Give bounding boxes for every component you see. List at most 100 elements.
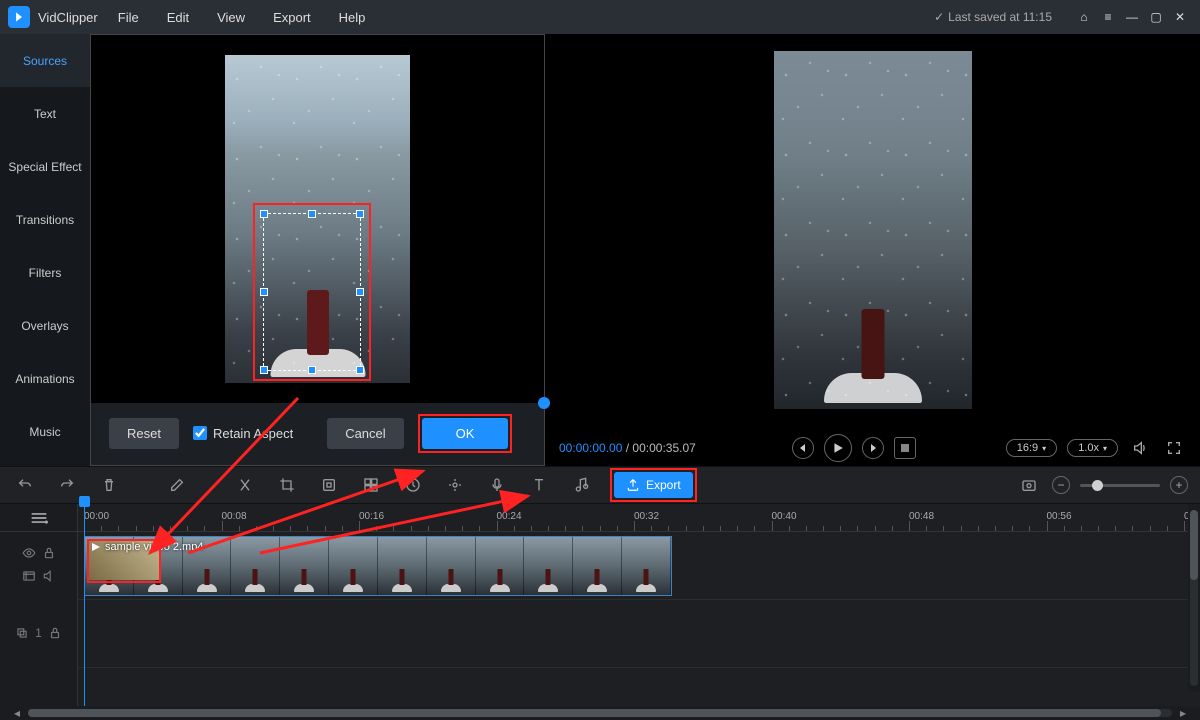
crop-tool-icon[interactable] xyxy=(274,472,300,498)
timeline-ruler[interactable]: 00:0000:0800:1600:2400:3200:4000:4800:56… xyxy=(78,504,1200,532)
ruler-mark: 00:00 xyxy=(84,511,109,522)
app-logo xyxy=(8,6,30,28)
crop-handle-tl[interactable] xyxy=(260,210,268,218)
video-clip[interactable]: sample video 2.mp4 xyxy=(84,536,672,596)
time-duration: 00:00:35.07 xyxy=(632,441,695,455)
mute-icon[interactable] xyxy=(42,569,56,586)
aspect-selector[interactable]: 16:9▾ xyxy=(1006,439,1057,457)
sidebar-item-sources[interactable]: Sources xyxy=(0,34,90,87)
preview-panel: 00:00:00.00 / 00:00:35.07 16:9▾ 1.0x▾ xyxy=(545,34,1200,466)
video-track[interactable]: sample video 2.mp4 xyxy=(78,532,1200,600)
voiceover-tool-icon[interactable] xyxy=(484,472,510,498)
ruler-mark: 00:56 xyxy=(1047,511,1072,522)
crop-handle-tm[interactable] xyxy=(308,210,316,218)
volume-icon[interactable] xyxy=(1128,436,1152,460)
home-icon[interactable]: ⌂ xyxy=(1072,5,1096,29)
ruler-mark: 00:40 xyxy=(772,511,797,522)
crop-source-image[interactable] xyxy=(225,55,410,383)
lock-icon[interactable] xyxy=(42,546,56,563)
last-saved-status: ✓ Last saved at 11:15 xyxy=(934,10,1052,24)
redo-button[interactable] xyxy=(54,472,80,498)
duration-tool-icon[interactable] xyxy=(442,472,468,498)
crop-selection-highlight xyxy=(253,203,371,381)
sidebar-item-music[interactable]: Music xyxy=(0,405,90,458)
lock-icon[interactable] xyxy=(48,626,62,643)
stop-button[interactable] xyxy=(894,437,916,459)
text-tool-icon[interactable] xyxy=(526,472,552,498)
hamburger-icon[interactable]: ≡ xyxy=(1096,5,1120,29)
maximize-button[interactable]: ▢ xyxy=(1144,5,1168,29)
crop-handle-bm[interactable] xyxy=(308,366,316,374)
menu-edit[interactable]: Edit xyxy=(167,10,189,25)
zoom-slider[interactable] xyxy=(1080,484,1160,487)
sidebar-item-filters[interactable]: Filters xyxy=(0,246,90,299)
mosaic-tool-icon[interactable] xyxy=(358,472,384,498)
menu-file[interactable]: File xyxy=(118,10,139,25)
next-frame-button[interactable] xyxy=(862,437,884,459)
export-icon xyxy=(626,478,640,492)
sidebar-item-transitions[interactable]: Transitions xyxy=(0,193,90,246)
time-current: 00:00:00.00 xyxy=(559,441,622,455)
split-tool-icon[interactable] xyxy=(232,472,258,498)
ok-button[interactable]: OK xyxy=(422,418,509,449)
ruler-mark: 00:24 xyxy=(497,511,522,522)
chevron-down-icon: ▾ xyxy=(1103,444,1107,453)
track-type-icon xyxy=(22,569,36,586)
fullscreen-icon[interactable] xyxy=(1162,436,1186,460)
crop-handle-bl[interactable] xyxy=(260,366,268,374)
scroll-left-icon[interactable]: ◂ xyxy=(14,706,20,720)
timeline: 1 00:0000:0800:1600:2400:3200:4000:4800:… xyxy=(0,504,1200,720)
layer-icon xyxy=(15,626,29,643)
clip-thumb-highlight xyxy=(87,539,161,583)
track-manager-button[interactable] xyxy=(0,504,77,532)
freeze-tool-icon[interactable] xyxy=(400,472,426,498)
chevron-down-icon: ▾ xyxy=(1042,444,1046,453)
play-button[interactable] xyxy=(824,434,852,462)
sidebar-item-special-effect[interactable]: Special Effect xyxy=(0,140,90,193)
crop-handle-ml[interactable] xyxy=(260,288,268,296)
prev-frame-button[interactable] xyxy=(792,437,814,459)
sidebar: Sources Text Special Effect Transitions … xyxy=(0,34,90,466)
delete-button[interactable] xyxy=(96,472,122,498)
video-track-header xyxy=(0,532,77,600)
audio-tool-icon[interactable] xyxy=(568,472,594,498)
scroll-right-icon[interactable]: ▸ xyxy=(1180,706,1186,720)
retain-aspect-checkbox[interactable] xyxy=(193,426,207,440)
zoom-in-button[interactable]: + xyxy=(1170,476,1188,494)
marker-tool-icon[interactable] xyxy=(316,472,342,498)
sidebar-item-overlays[interactable]: Overlays xyxy=(0,299,90,352)
timeline-hscroll[interactable]: ◂ ▸ xyxy=(0,706,1200,720)
crop-handle-tr[interactable] xyxy=(356,210,364,218)
ruler-mark: 00:32 xyxy=(634,511,659,522)
sidebar-item-animations[interactable]: Animations xyxy=(0,352,90,405)
cancel-button[interactable]: Cancel xyxy=(327,418,403,449)
speed-selector[interactable]: 1.0x▾ xyxy=(1067,439,1118,457)
crop-handle-mr[interactable] xyxy=(356,288,364,296)
app-name: VidClipper xyxy=(38,10,98,25)
undo-button[interactable] xyxy=(12,472,38,498)
zoom-out-button[interactable]: − xyxy=(1052,476,1070,494)
playhead[interactable] xyxy=(84,504,85,706)
sidebar-item-text[interactable]: Text xyxy=(0,87,90,140)
close-button[interactable]: ✕ xyxy=(1168,5,1192,29)
crop-selection[interactable] xyxy=(263,213,361,371)
export-button[interactable]: Export xyxy=(614,472,693,498)
crop-handle-br[interactable] xyxy=(356,366,364,374)
menu-view[interactable]: View xyxy=(217,10,245,25)
minimize-button[interactable]: — xyxy=(1120,5,1144,29)
eye-icon[interactable] xyxy=(22,546,36,563)
retain-aspect-checkbox-row[interactable]: Retain Aspect xyxy=(193,426,293,441)
export-highlight: Export xyxy=(610,468,697,502)
reset-button[interactable]: Reset xyxy=(109,418,179,449)
menu-export[interactable]: Export xyxy=(273,10,311,25)
overlay-track[interactable] xyxy=(78,600,1200,668)
menu-help[interactable]: Help xyxy=(339,10,366,25)
snapshot-icon[interactable] xyxy=(1016,472,1042,498)
timecode: 00:00:00.00 / 00:00:35.07 xyxy=(559,441,696,455)
ruler-mark: 00:16 xyxy=(359,511,384,522)
edit-tool-icon[interactable] xyxy=(164,472,190,498)
timeline-vscroll[interactable] xyxy=(1188,504,1200,692)
check-icon: ✓ xyxy=(934,10,944,24)
preview-image xyxy=(774,51,972,409)
ok-highlight: OK xyxy=(418,414,513,453)
